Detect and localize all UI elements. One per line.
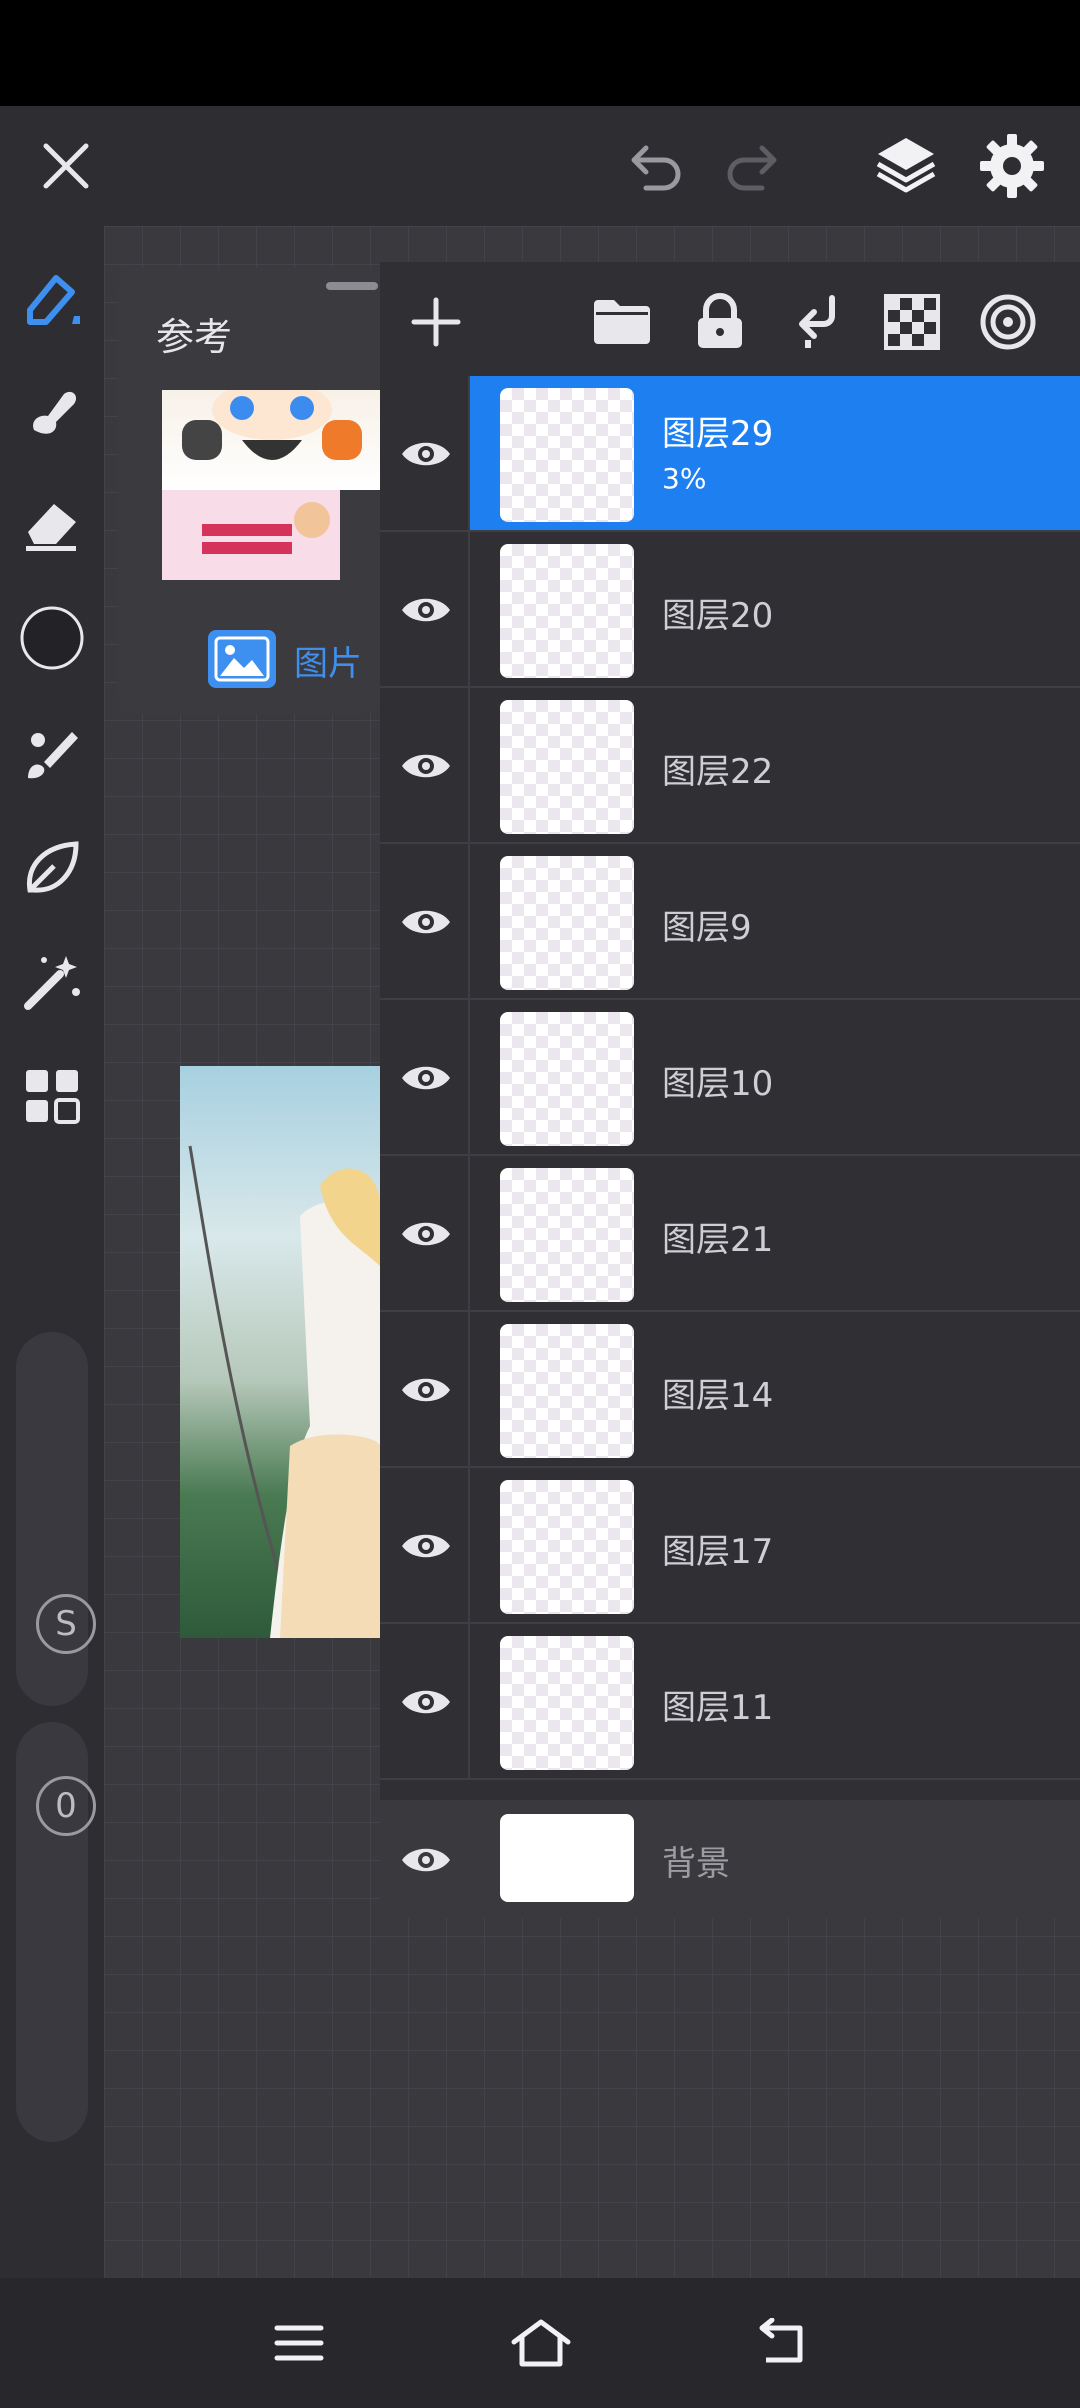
merge-down-icon[interactable] [784, 290, 848, 354]
layer-name: 图层17 [662, 1532, 774, 1572]
layer-row[interactable]: 图层14 [380, 1312, 1080, 1468]
layer-row[interactable]: 图层29 3% [380, 376, 1080, 532]
layer-row[interactable]: 图层20 [380, 532, 1080, 688]
add-icon[interactable] [404, 290, 468, 354]
close-icon[interactable] [34, 134, 98, 198]
layer-row[interactable]: 图层17 [380, 1468, 1080, 1624]
eraser-icon[interactable] [18, 490, 86, 558]
layer-name: 图层20 [662, 596, 774, 636]
undo-icon[interactable] [620, 136, 690, 196]
brush-icon[interactable] [18, 720, 86, 788]
back-icon[interactable] [746, 2310, 816, 2376]
lock-icon[interactable] [688, 290, 752, 354]
reference-title: 参考 [156, 315, 233, 359]
layer-thumbnail [500, 388, 634, 522]
layer-name: 图层14 [662, 1376, 774, 1416]
eye-icon[interactable] [398, 1206, 454, 1262]
top-toolbar [0, 106, 1080, 226]
layer-name: 图层11 [662, 1688, 774, 1728]
layer-name: 图层22 [662, 752, 774, 792]
layer-thumbnail [500, 856, 634, 990]
layer-name: 图层29 [662, 414, 774, 454]
grid-icon[interactable] [18, 1062, 86, 1130]
eye-icon[interactable] [398, 1832, 454, 1888]
leaf-icon[interactable] [18, 834, 86, 902]
color-circle-icon[interactable] [18, 604, 86, 672]
canvas-artwork [180, 1066, 380, 1638]
layer-thumbnail [500, 1324, 634, 1458]
layer-thumbnail [500, 700, 634, 834]
layer-row[interactable]: 图层11 [380, 1624, 1080, 1780]
eye-icon[interactable] [398, 1050, 454, 1106]
status-bar [0, 0, 1080, 106]
background-layer-row[interactable]: 背景 [380, 1800, 1080, 1918]
home-icon[interactable] [506, 2310, 576, 2376]
layers-icon[interactable] [870, 130, 942, 202]
reference-image-banner[interactable] [162, 490, 340, 580]
gear-icon[interactable] [976, 130, 1048, 202]
eye-icon[interactable] [398, 1674, 454, 1730]
eye-icon[interactable] [398, 1362, 454, 1418]
layer-thumbnail [500, 544, 634, 678]
opacity-label: 0 [36, 1776, 96, 1836]
layer-name: 图层21 [662, 1220, 774, 1260]
layer-opacity: 3% [662, 462, 707, 495]
folder-icon[interactable] [590, 290, 654, 354]
eye-icon[interactable] [398, 1518, 454, 1574]
reference-drag-handle[interactable] [326, 282, 378, 290]
layer-name: 图层10 [662, 1064, 774, 1104]
brush-opacity-slider[interactable]: 0 [16, 1722, 96, 2142]
brush-size-slider[interactable]: S [16, 1332, 96, 1706]
eye-icon[interactable] [398, 894, 454, 950]
menu-icon[interactable] [264, 2310, 334, 2376]
reference-image[interactable] [162, 390, 380, 490]
pen-icon[interactable] [18, 264, 86, 332]
checker-icon[interactable] [880, 290, 944, 354]
eye-icon[interactable] [398, 426, 454, 482]
layer-thumbnail [500, 1636, 634, 1770]
size-label: S [36, 1594, 96, 1654]
magic-wand-icon[interactable] [18, 948, 86, 1016]
eye-icon[interactable] [398, 738, 454, 794]
layer-name: 背景 [662, 1844, 730, 1884]
image-button-label[interactable]: 图片 [294, 636, 362, 685]
layer-row[interactable]: 图层22 [380, 688, 1080, 844]
image-icon[interactable] [208, 630, 276, 688]
layer-thumbnail [500, 1480, 634, 1614]
layer-row[interactable]: 图层9 [380, 844, 1080, 1000]
layer-row[interactable]: 图层10 [380, 1000, 1080, 1156]
smudge-icon[interactable] [18, 378, 86, 446]
layer-thumbnail [500, 1012, 634, 1146]
redo-icon[interactable] [718, 136, 788, 196]
target-icon[interactable] [976, 290, 1040, 354]
layer-name: 图层9 [662, 908, 752, 948]
layer-thumbnail [500, 1168, 634, 1302]
eye-icon[interactable] [398, 582, 454, 638]
layer-thumbnail [500, 1814, 634, 1902]
layer-row[interactable]: 图层21 [380, 1156, 1080, 1312]
